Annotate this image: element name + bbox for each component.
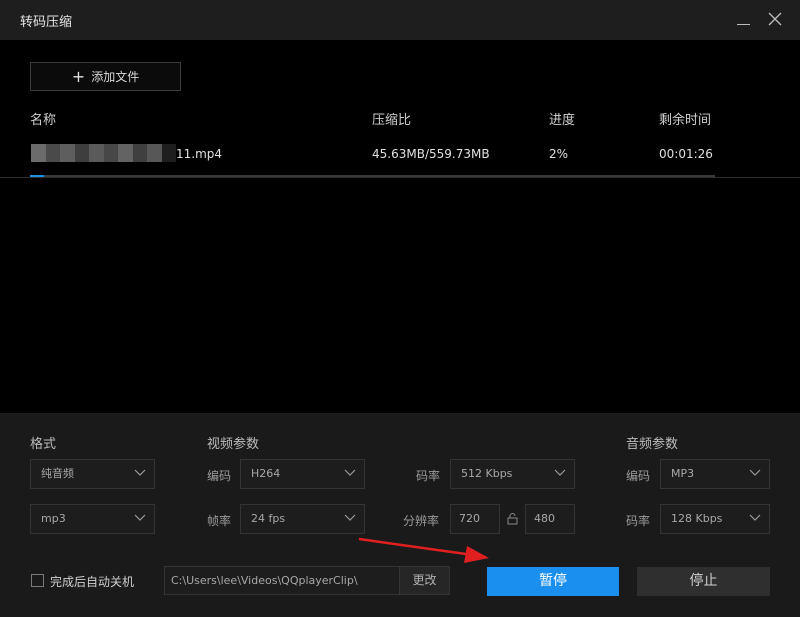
format-container-select[interactable]: mp3 [30,504,155,534]
close-icon [768,12,782,26]
change-path-button[interactable]: 更改 [399,566,450,595]
column-progress: 进度 [549,113,576,128]
chevron-down-icon [344,469,356,476]
auto-shutdown-label: 完成后自动关机 [50,575,135,589]
file-row[interactable]: 11.mp4 45.63MB/559.73MB 2% 00:01:26 [0,140,800,180]
audio-codec-label: 编码 [626,469,651,483]
audio-bitrate-label: 码率 [626,514,651,528]
add-file-label: 添加文件 [91,70,140,84]
format-type-value: 纯音频 [41,467,74,480]
chevron-down-icon [554,469,566,476]
plus-icon: + [71,66,86,86]
format-container-value: mp3 [41,512,66,525]
chevron-down-icon [134,514,146,521]
lock-icon[interactable] [507,512,518,525]
chevron-down-icon [749,469,761,476]
format-title: 格式 [30,437,57,452]
close-button[interactable] [762,6,788,34]
file-ratio: 45.63MB/559.73MB [372,147,490,161]
video-codec-value: H264 [251,467,281,480]
resolution-width-input[interactable]: 720 [450,504,500,534]
stop-button[interactable]: 停止 [637,567,770,596]
window-title: 转码压缩 [20,15,73,30]
video-codec-label: 编码 [207,469,232,483]
video-fps-label: 帧率 [207,514,232,528]
annotation-arrow [358,537,489,563]
column-remaining: 剩余时间 [659,113,712,128]
pause-button[interactable]: 暂停 [487,567,619,596]
resolution-height-input[interactable]: 480 [525,504,575,534]
column-name: 名称 [30,113,57,128]
video-bitrate-value: 512 Kbps [461,467,513,480]
file-remaining: 00:01:26 [659,147,713,161]
chevron-down-icon [749,514,761,521]
output-path-field[interactable]: C:\Users\lee\Videos\QQplayerClip\ [164,566,400,595]
video-codec-select[interactable]: H264 [240,459,365,489]
video-bitrate-label: 码率 [416,469,441,483]
resolution-label: 分辨率 [403,514,440,528]
minimize-button[interactable] [730,6,756,34]
row-divider [0,177,800,178]
file-name: 11.mp4 [176,147,223,161]
audio-codec-select[interactable]: MP3 [660,459,770,489]
add-file-button[interactable]: + 添加文件 [30,62,181,91]
blurred-filename [31,144,176,162]
audio-params-title: 音频参数 [626,437,679,452]
video-fps-select[interactable]: 24 fps [240,504,365,534]
chevron-down-icon [134,469,146,476]
chevron-down-icon [344,514,356,521]
video-params-title: 视频参数 [207,437,260,452]
auto-shutdown-checkbox[interactable] [31,574,44,587]
audio-bitrate-select[interactable]: 128 Kbps [660,504,770,534]
column-ratio: 压缩比 [372,113,412,128]
file-progress: 2% [549,147,569,161]
audio-bitrate-value: 128 Kbps [671,512,723,525]
audio-codec-value: MP3 [671,467,695,480]
video-fps-value: 24 fps [251,512,286,525]
title-bar: 转码压缩 [0,0,800,40]
video-bitrate-select[interactable]: 512 Kbps [450,459,575,489]
format-type-select[interactable]: 纯音频 [30,459,155,489]
